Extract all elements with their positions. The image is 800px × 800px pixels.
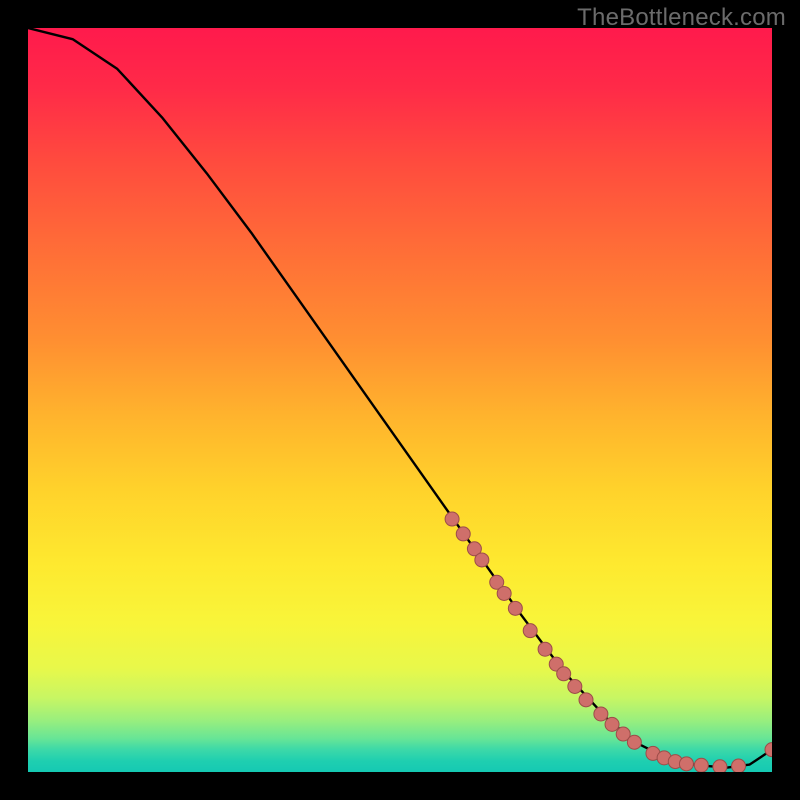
data-point	[605, 717, 619, 731]
data-point	[445, 512, 459, 526]
data-point	[475, 553, 489, 567]
data-point	[679, 757, 693, 771]
bottleneck-curve-line	[28, 28, 772, 768]
chart-svg	[28, 28, 772, 772]
data-point	[497, 586, 511, 600]
watermark-text: TheBottleneck.com	[577, 4, 786, 32]
data-point	[627, 735, 641, 749]
data-point	[732, 759, 746, 772]
data-point	[579, 693, 593, 707]
data-point	[456, 527, 470, 541]
data-points-group	[445, 512, 772, 772]
plot-area	[28, 28, 772, 772]
chart-frame: { "watermark": "TheBottleneck.com", "col…	[0, 0, 800, 800]
data-point	[557, 667, 571, 681]
data-point	[538, 642, 552, 656]
data-point	[713, 760, 727, 772]
data-point	[523, 624, 537, 638]
data-point	[568, 679, 582, 693]
data-point	[594, 707, 608, 721]
data-point	[694, 758, 708, 772]
data-point	[508, 601, 522, 615]
